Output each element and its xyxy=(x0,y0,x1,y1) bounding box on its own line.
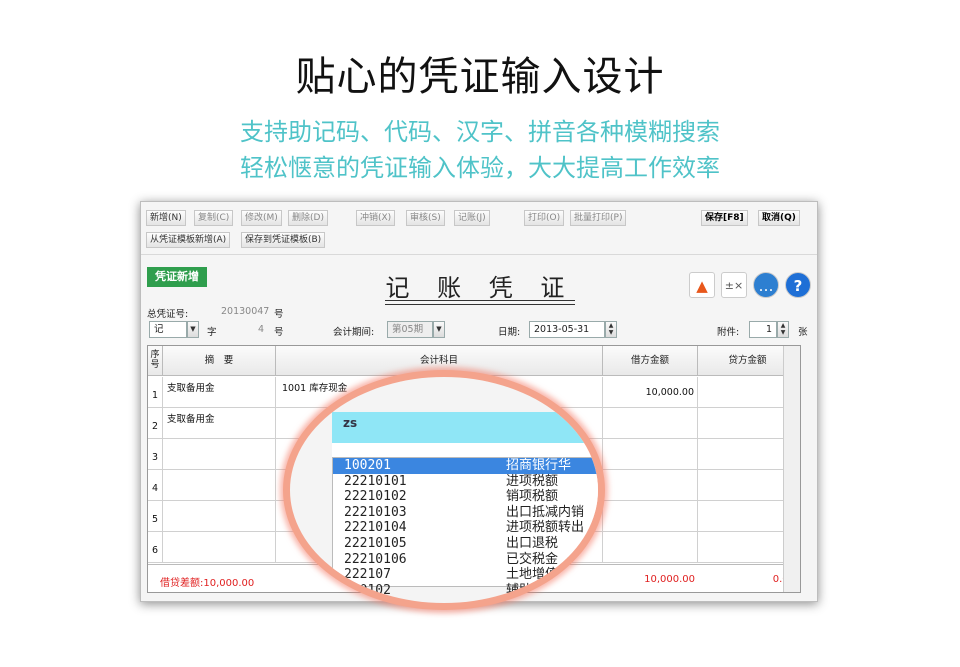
date-spinner[interactable]: ▲ ▼ xyxy=(605,321,617,338)
summary-cell[interactable]: 支取备用金 xyxy=(163,377,276,408)
cancel-button[interactable]: 取消(Q) xyxy=(758,210,800,226)
voucher-title: 记 账 凭 证 xyxy=(385,274,575,302)
summary-cell[interactable] xyxy=(163,439,276,470)
title-underline xyxy=(385,300,575,301)
debit-cell[interactable] xyxy=(603,501,698,532)
hao-label: 号 xyxy=(274,327,284,338)
zi-label: 字 xyxy=(207,327,217,338)
toolbar-divider xyxy=(141,254,817,255)
row-seq: 3 xyxy=(148,439,163,470)
voucher-word-select[interactable]: 记 xyxy=(149,321,187,338)
summary-cell[interactable] xyxy=(163,501,276,532)
new-from-template-button[interactable]: 从凭证模板新增(A) xyxy=(146,232,231,248)
debit-cell[interactable] xyxy=(603,470,698,501)
row-seq: 6 xyxy=(148,532,163,563)
chat-icon[interactable]: … xyxy=(753,272,779,298)
balance-difference: 借贷差额:10,000.00 xyxy=(160,578,255,589)
total-voucher-no-label: 总凭证号: xyxy=(147,309,189,320)
total-voucher-no-value: 20130047 xyxy=(221,306,270,317)
help-icon[interactable]: ? xyxy=(785,272,811,298)
magnified-dropdown: zs 100201 招商银行华 22210101 进项税额 22210102 销项税额… xyxy=(290,377,598,603)
batch-print-button[interactable]: 批量打印(P) xyxy=(570,210,627,226)
summary-cell[interactable] xyxy=(163,470,276,501)
attachment-spinner[interactable]: ▲ ▼ xyxy=(777,321,789,338)
list-item[interactable]: 22210102 销项税额 xyxy=(333,489,598,505)
copy-button[interactable]: 复制(C) xyxy=(194,210,234,226)
list-item[interactable]: 400102 辅助生产 xyxy=(333,583,598,599)
date-field[interactable]: 2013-05-31 xyxy=(529,321,605,338)
footer-credit-total: 0.00 xyxy=(698,574,795,585)
summary-cell[interactable]: 支取备用金 xyxy=(163,408,276,439)
row-seq: 2 xyxy=(148,408,163,439)
status-badge: 凭证新增 xyxy=(147,267,207,287)
list-item[interactable]: 22210104 进项税额转出 xyxy=(333,520,598,536)
audit-button[interactable]: 审核(S) xyxy=(406,210,445,226)
row-seq: 5 xyxy=(148,501,163,532)
chevron-down-icon[interactable]: ▼ xyxy=(187,321,199,338)
debit-cell[interactable] xyxy=(603,408,698,439)
list-item[interactable]: 22210103 出口抵减内销 xyxy=(333,505,598,521)
subtitle-experience: 轻松惬意的凭证输入体验，大大提高工作效率 xyxy=(240,154,720,182)
new-button[interactable]: 新增(N) xyxy=(146,210,186,226)
hao-label: 号 xyxy=(274,309,284,320)
list-item[interactable]: 222107 土地增值税 xyxy=(333,567,598,583)
post-button[interactable]: 记账(J) xyxy=(454,210,490,226)
reverse-button[interactable]: 冲销(X) xyxy=(356,210,396,226)
account-dropdown-list[interactable]: 100201 招商银行华 22210101 进项税额 22210102 销项税额 22… xyxy=(332,457,598,598)
period-select[interactable]: 第05期 xyxy=(387,321,433,338)
account-search-input[interactable]: zs xyxy=(332,412,598,443)
zhang-label: 张 xyxy=(798,327,808,338)
voucher-number[interactable]: 4 xyxy=(258,324,264,335)
footer-debit-total: 10,000.00 xyxy=(644,574,695,585)
attachment-label: 附件: xyxy=(717,327,740,338)
debit-header: 借方金额 xyxy=(603,346,698,376)
row-seq: 1 xyxy=(148,377,163,408)
summary-cell[interactable] xyxy=(163,532,276,563)
shirt-icon[interactable]: ▲ xyxy=(689,272,715,298)
chevron-down-icon[interactable]: ▼ xyxy=(433,321,445,338)
page-title: 贴心的凭证输入设计 xyxy=(295,54,665,100)
grid-scrollbar[interactable] xyxy=(783,346,800,592)
save-button[interactable]: 保存[F8] xyxy=(701,210,748,226)
seq-header: 序号 xyxy=(148,346,163,376)
list-item[interactable]: 100201 招商银行华 xyxy=(333,458,598,474)
debit-cell[interactable] xyxy=(603,532,698,563)
attachment-count-field[interactable]: 1 xyxy=(749,321,777,338)
title-underline xyxy=(385,304,575,305)
list-item[interactable]: 22210105 出口退税 xyxy=(333,536,598,552)
search-gap xyxy=(332,443,598,457)
subtitle-search: 支持助记码、代码、汉字、拼音各种模糊搜索 xyxy=(240,118,720,146)
save-to-template-button[interactable]: 保存到凭证模板(B) xyxy=(241,232,326,248)
delete-button[interactable]: 删除(D) xyxy=(288,210,328,226)
list-item[interactable]: 22210101 进项税额 xyxy=(333,474,598,490)
print-button[interactable]: 打印(O) xyxy=(524,210,565,226)
magnifier-lens: zs 100201 招商银行华 22210101 进项税额 22210102 销项税额… xyxy=(283,370,605,610)
date-label: 日期: xyxy=(498,327,521,338)
calculator-icon[interactable]: ±× xyxy=(721,272,747,298)
edit-button[interactable]: 修改(M) xyxy=(241,210,282,226)
debit-cell[interactable] xyxy=(603,439,698,470)
debit-cell[interactable]: 10,000.00 xyxy=(603,377,698,408)
period-label: 会计期间: xyxy=(333,327,375,338)
summary-header: 摘 要 xyxy=(163,346,276,376)
row-seq: 4 xyxy=(148,470,163,501)
